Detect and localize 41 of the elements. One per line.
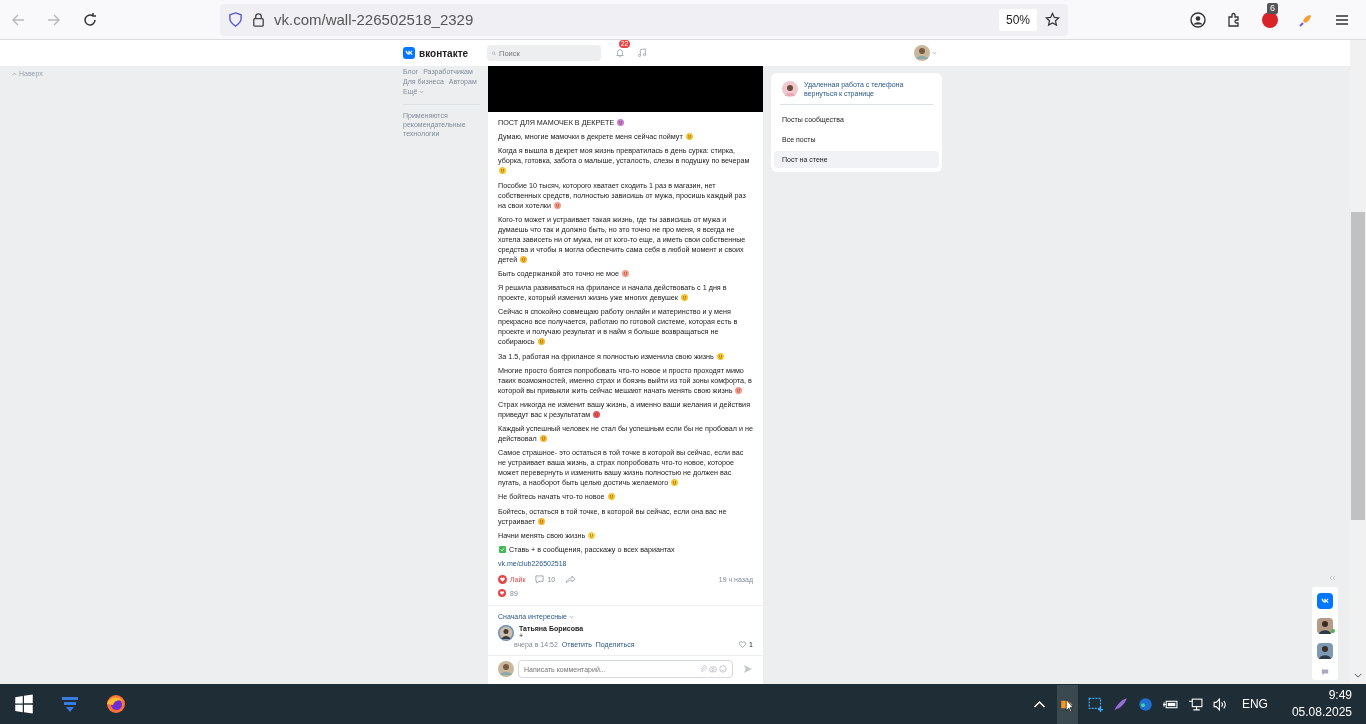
- feather-icon[interactable]: [1112, 696, 1128, 712]
- contact-avatar-icon[interactable]: [1317, 618, 1333, 634]
- tray-app-button[interactable]: [1056, 684, 1078, 724]
- address-bar[interactable]: vk.com/wall-226502518_2329 50%: [220, 3, 1068, 36]
- avatar-icon[interactable]: [498, 661, 514, 677]
- firefox-icon[interactable]: [106, 694, 126, 714]
- heart-icon: [498, 574, 507, 584]
- extensions-icon[interactable]: [1226, 11, 1242, 28]
- cursor-app-icon: [1059, 696, 1075, 712]
- zoom-level-button[interactable]: 50%: [998, 8, 1037, 31]
- vk-logo-icon[interactable]: [403, 47, 415, 59]
- globe-app-icon[interactable]: [1137, 696, 1153, 712]
- shield-icon: [228, 12, 243, 27]
- lock-icon: [251, 12, 266, 27]
- star-icon[interactable]: [1045, 12, 1060, 27]
- extension-badge: 6: [1267, 2, 1278, 14]
- account-icon[interactable]: [1190, 11, 1206, 28]
- caret-up-icon: [12, 71, 17, 76]
- search-icon: [492, 49, 496, 57]
- caret-icon: [419, 90, 425, 95]
- clock[interactable]: 9:49 05.08.2025: [1291, 687, 1352, 721]
- language-indicator[interactable]: ENG: [1241, 697, 1268, 711]
- network-icon[interactable]: [1187, 696, 1203, 712]
- windows-start-icon[interactable]: [14, 694, 34, 714]
- scroll-down-icon[interactable]: [1354, 673, 1362, 678]
- avatar-icon[interactable]: [498, 625, 514, 642]
- heart-icon: [738, 640, 748, 650]
- logo-text[interactable]: вконтакте: [419, 47, 469, 59]
- app-shield-icon[interactable]: [60, 694, 80, 714]
- vk-messenger-icon[interactable]: [1317, 593, 1333, 609]
- reload-icon[interactable]: [82, 11, 98, 28]
- heart-reaction-icon: [498, 589, 506, 598]
- community-avatar-icon[interactable]: [782, 81, 798, 97]
- scrollbar[interactable]: [1350, 40, 1366, 684]
- volume-icon[interactable]: [1212, 696, 1228, 712]
- comment-icon: [535, 574, 545, 584]
- contact-avatar-icon[interactable]: [1317, 643, 1333, 659]
- url-text: vk.com/wall-226502518_2329: [274, 11, 475, 28]
- caret-icon: [569, 614, 574, 619]
- avatar-icon[interactable]: [914, 45, 930, 61]
- screenshot-icon[interactable]: [1087, 696, 1103, 712]
